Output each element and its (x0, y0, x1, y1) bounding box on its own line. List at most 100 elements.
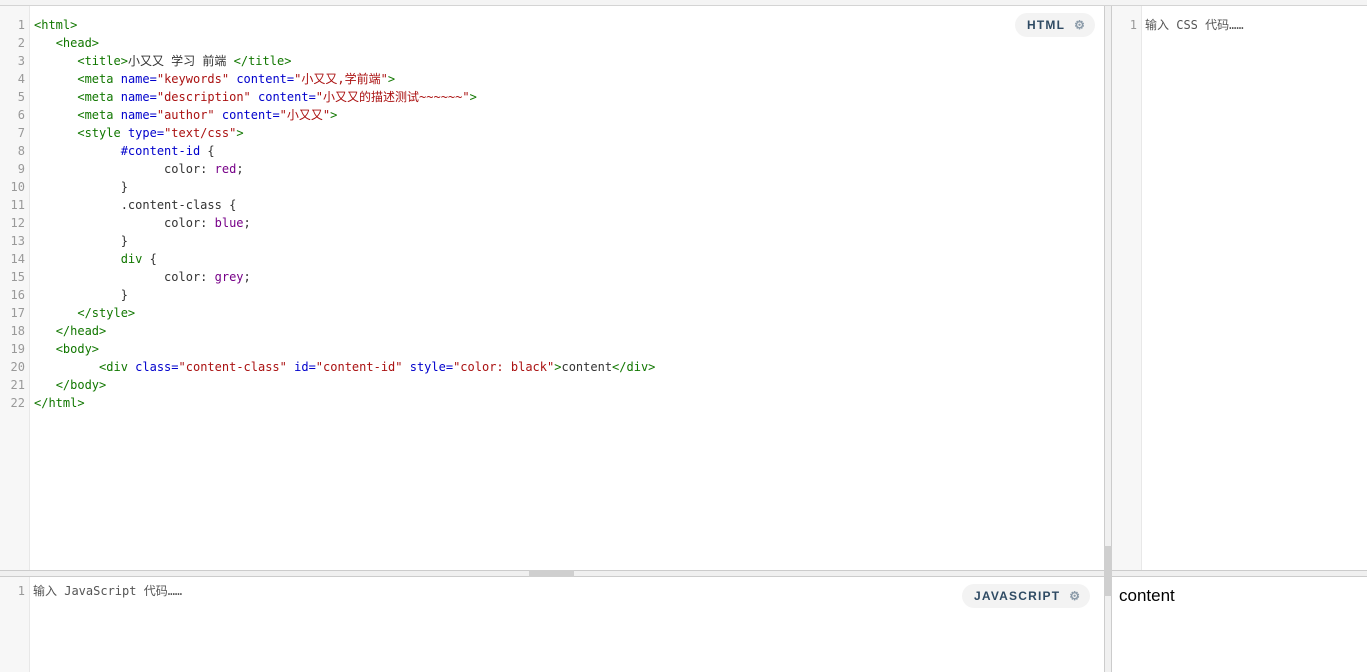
code-token: color: (34, 270, 215, 284)
line-number: 19 (10, 342, 25, 356)
line-number: 15 (10, 270, 25, 284)
line-number: 16 (10, 288, 25, 302)
line-number: 4 (17, 72, 25, 86)
code-line: 4 <meta name="keywords" content="小又又,学前端… (0, 70, 1104, 88)
code-token: > (469, 90, 477, 104)
line-number: 3 (17, 54, 25, 68)
horizontal-splitter[interactable] (0, 570, 1367, 577)
code-line: 21 </body> (0, 376, 1104, 394)
code-token: <style (77, 126, 128, 140)
line-number: 22 (10, 396, 25, 410)
code-line: 6 <meta name="author" content="小又又"> (0, 106, 1104, 124)
code-token: </head> (55, 324, 107, 338)
js-code-area[interactable]: 1 输入 JavaScript 代码…… (0, 582, 1104, 672)
code-text: </head> (34, 322, 107, 340)
code-token: </body> (55, 378, 107, 392)
code-text: <body> (34, 340, 99, 358)
code-text: } (34, 286, 128, 304)
code-token: <div (99, 360, 136, 374)
code-text: div { (34, 250, 157, 268)
line-number: 7 (17, 126, 25, 140)
code-token: "content-id" (315, 360, 403, 374)
code-token: > (236, 126, 244, 140)
line-number: 11 (10, 198, 25, 212)
gear-icon[interactable]: ⚙ (1069, 589, 1080, 603)
javascript-language-badge[interactable]: JAVASCRIPT ⚙ (962, 584, 1090, 608)
code-token: { (142, 252, 157, 266)
code-text: <meta name="description" content="小又又的描述… (34, 88, 477, 106)
code-line: 13 } (0, 232, 1104, 250)
vertical-splitter-handle[interactable] (1104, 546, 1112, 596)
code-line: 11 .content-class { (0, 196, 1104, 214)
javascript-editor[interactable]: 1 输入 JavaScript 代码…… JAVASCRIPT ⚙ (0, 577, 1104, 672)
code-token: "color: black" (453, 360, 555, 374)
code-text: } (34, 178, 128, 196)
code-text: <head> (34, 34, 99, 52)
code-line: 5 <meta name="description" content="小又又的… (0, 88, 1104, 106)
code-text: <div class="content-class" id="content-i… (34, 358, 655, 376)
code-token: ; (243, 216, 251, 230)
code-token: </div> (612, 360, 656, 374)
code-token: ; (236, 162, 244, 176)
code-token: div (120, 252, 143, 266)
line-number: 13 (10, 234, 25, 248)
html-code-area[interactable]: 1 <html> 2 <head> 3 <title>小又又 学习 前端 </titl… (0, 16, 1104, 570)
code-text: .content-class { (34, 196, 237, 214)
code-token: type= (127, 126, 165, 140)
code-token: </style> (77, 306, 136, 320)
code-line: 8 #content-id { (0, 142, 1104, 160)
code-token: > (330, 108, 338, 122)
css-editor[interactable]: 1 输入 CSS 代码…… (1112, 6, 1367, 570)
line-number: 10 (10, 180, 25, 194)
code-token: "content-class" (178, 360, 287, 374)
code-line: 9 color: red; (0, 160, 1104, 178)
code-token: > (387, 72, 396, 86)
line-number: 5 (17, 90, 25, 104)
line-number: 6 (17, 108, 25, 122)
css-code-area[interactable]: 1 输入 CSS 代码…… (1112, 16, 1367, 570)
code-token: red (214, 162, 237, 176)
line-number: 12 (10, 216, 25, 230)
code-token: <head> (55, 36, 100, 50)
line-number: 20 (10, 360, 25, 374)
code-token: } (34, 180, 128, 194)
code-token: color: (34, 216, 215, 230)
code-token: } (34, 288, 128, 302)
html-editor[interactable]: 1 <html> 2 <head> 3 <title>小又又 学习 前端 </titl… (0, 6, 1104, 570)
html-language-badge[interactable]: HTML ⚙ (1015, 13, 1095, 37)
code-token: name= (120, 72, 157, 86)
line-number: 1 (17, 584, 25, 598)
code-text: <style type="text/css"> (34, 124, 244, 142)
code-token: <body> (55, 342, 100, 356)
code-line: 17 </style> (0, 304, 1104, 322)
code-text: color: blue; (34, 214, 251, 232)
js-placeholder: 输入 JavaScript 代码…… (33, 584, 183, 598)
code-token: <meta (77, 72, 121, 86)
code-text: color: red; (34, 160, 244, 178)
line-number: 1 (17, 18, 25, 32)
line-number: 21 (10, 378, 25, 392)
code-line: 19 <body> (0, 340, 1104, 358)
gear-icon[interactable]: ⚙ (1074, 18, 1085, 32)
code-line: 10 } (0, 178, 1104, 196)
code-line: 12 color: blue; (0, 214, 1104, 232)
horizontal-splitter-handle[interactable] (529, 570, 574, 577)
code-text: <meta name="keywords" content="小又又,学前端"> (34, 70, 395, 88)
code-line: 1 <html> (0, 16, 1104, 34)
code-text: } (34, 232, 128, 250)
result-preview: content (1112, 577, 1367, 672)
code-token: id= (286, 360, 316, 374)
code-token: content= (229, 72, 295, 86)
code-line: 7 <style type="text/css"> (0, 124, 1104, 142)
line-number: 1 (1129, 18, 1137, 32)
line-number: 8 (17, 144, 25, 158)
code-token: blue (214, 216, 244, 230)
code-text: color: grey; (34, 268, 251, 286)
code-token: <html> (34, 18, 78, 32)
